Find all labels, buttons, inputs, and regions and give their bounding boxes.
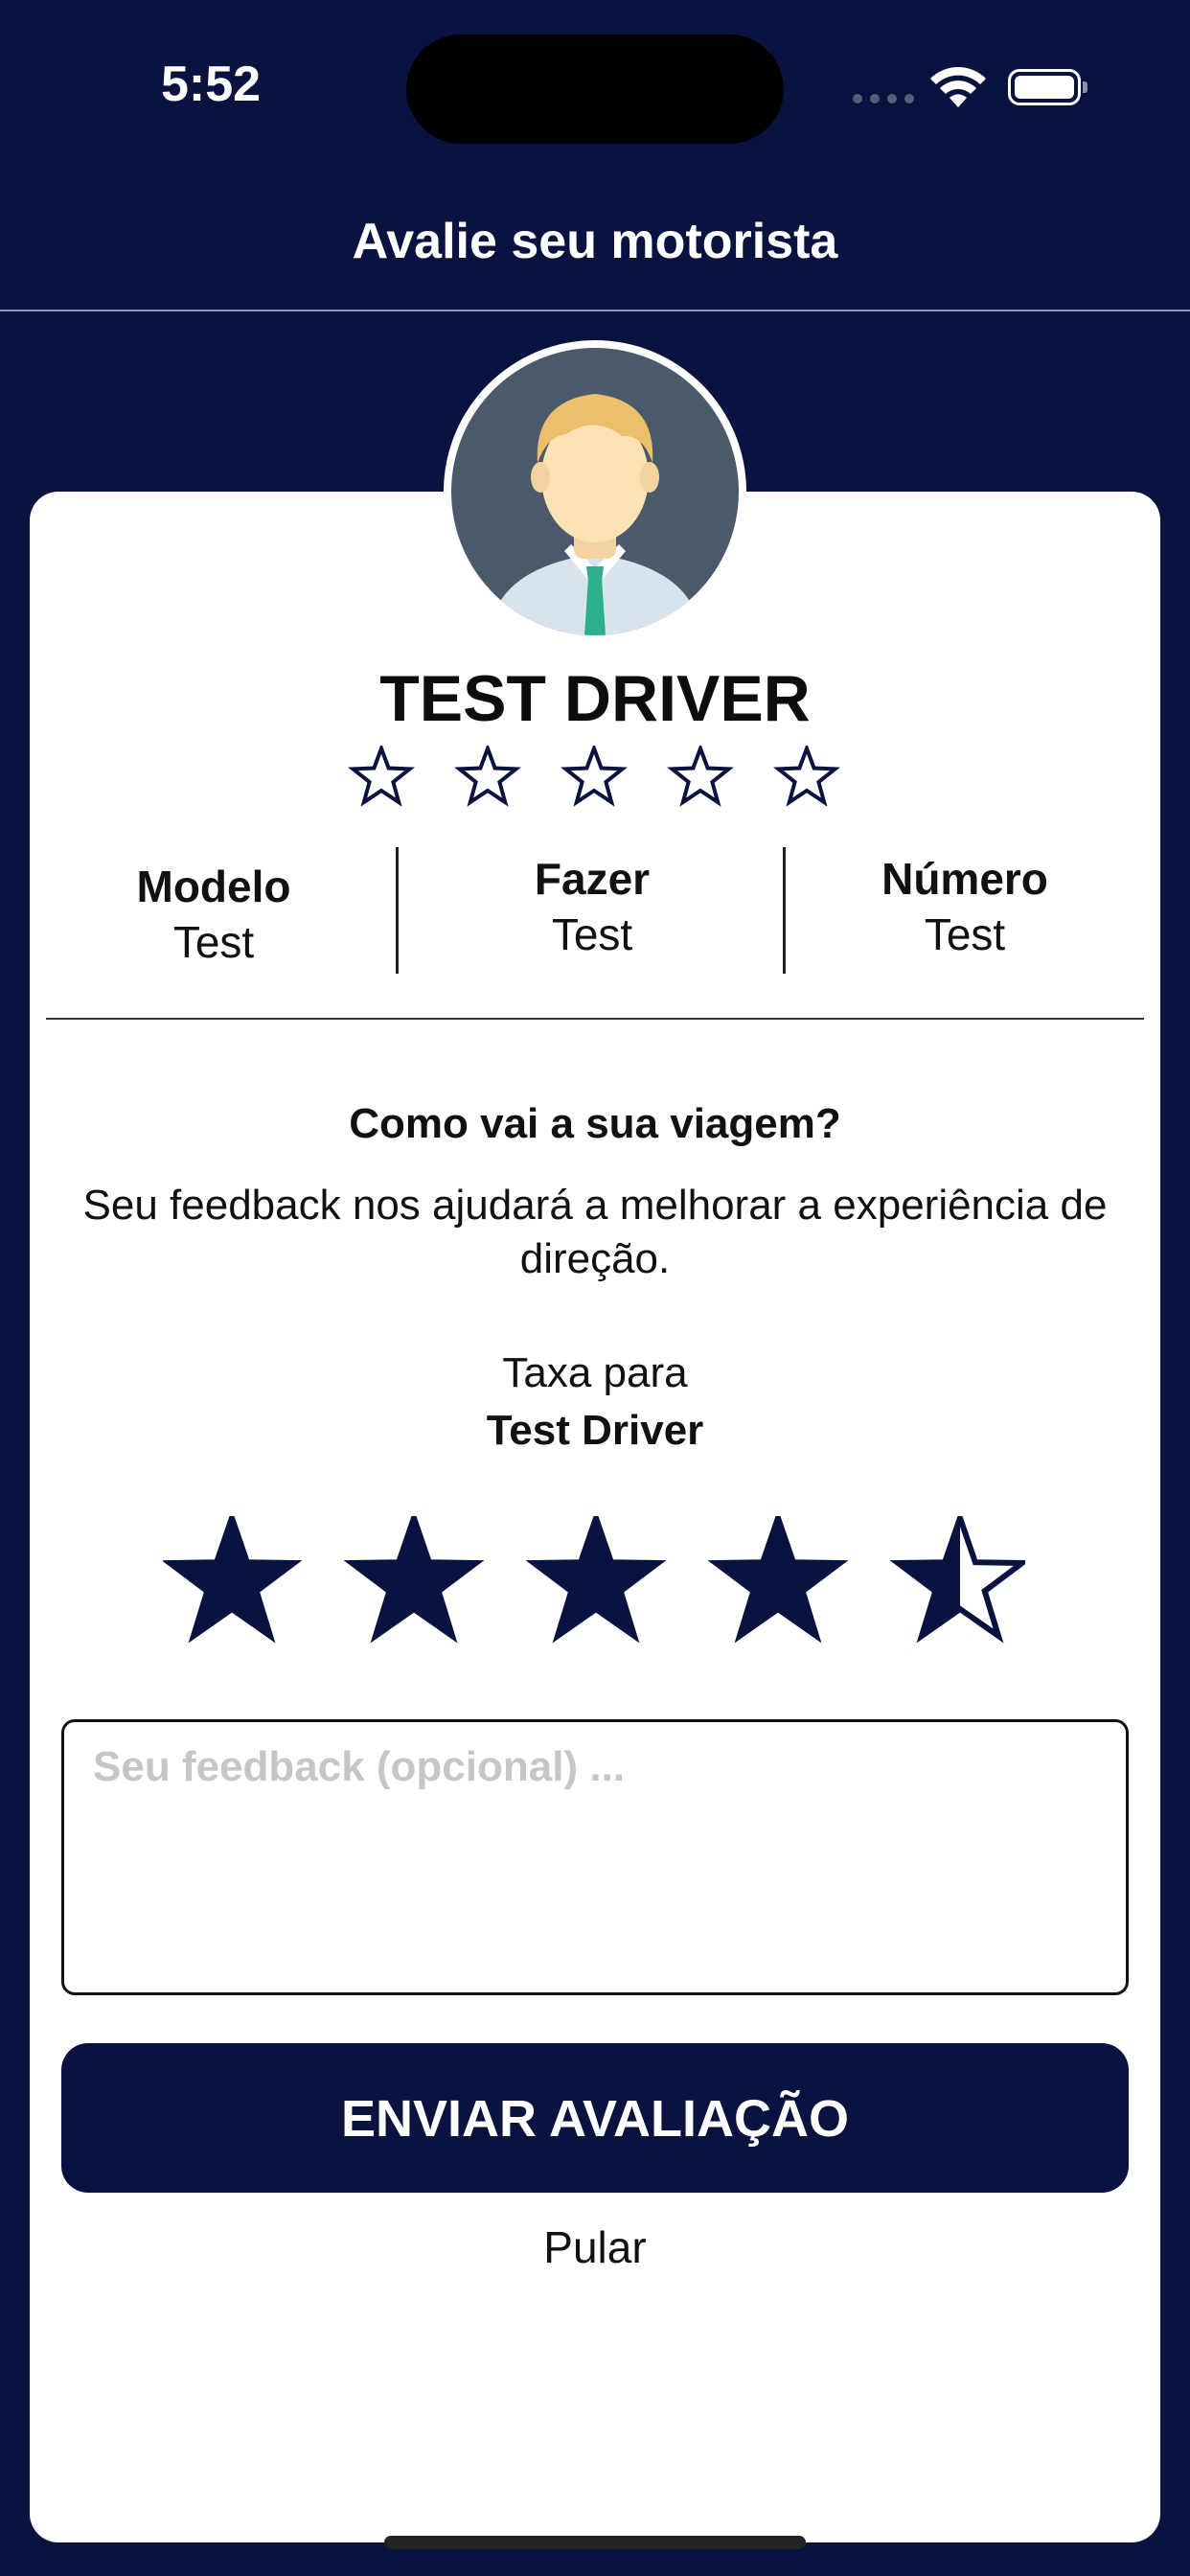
number-label: Número <box>881 854 1048 904</box>
star-half-icon[interactable] <box>889 1516 1025 1644</box>
feedback-description: Seu feedback nos ajudará a melhorar a ex… <box>82 1182 1108 1282</box>
skip-button[interactable]: Pular <box>0 2221 1190 2273</box>
rating-stars-input[interactable] <box>163 1516 1025 1646</box>
battery-icon <box>1008 69 1087 105</box>
feedback-input[interactable] <box>61 1719 1129 1995</box>
star-outline-icon <box>454 746 521 807</box>
home-indicator <box>384 2536 806 2549</box>
star-filled-icon[interactable] <box>525 1516 667 1644</box>
star-filled-icon[interactable] <box>163 1516 303 1644</box>
vehicle-make: Fazer Test <box>400 853 784 960</box>
model-label: Modelo <box>136 862 291 911</box>
page-title: Avalie seu motorista <box>352 214 838 269</box>
star-outline-icon <box>667 746 734 807</box>
status-time: 5:52 <box>161 57 262 112</box>
driver-name: TEST DRIVER <box>379 662 811 735</box>
model-value: Test <box>172 917 255 967</box>
star-outline-icon <box>348 746 415 807</box>
star-filled-icon[interactable] <box>343 1516 485 1644</box>
make-label: Fazer <box>534 854 651 904</box>
driver-rating-stars <box>348 746 840 807</box>
make-value: Test <box>551 909 633 959</box>
vehicle-number: Número Test <box>786 853 1144 960</box>
vehicle-info: Modelo Test Fazer Test Número Test <box>46 843 1144 978</box>
number-value: Test <box>924 909 1006 959</box>
feedback-question: Como vai a sua viagem? <box>349 1100 841 1147</box>
rate-driver-name: Test Driver <box>486 1407 704 1454</box>
driver-avatar <box>444 340 746 643</box>
star-filled-icon[interactable] <box>707 1516 849 1644</box>
wifi-icon <box>930 66 986 107</box>
header-divider <box>0 310 1190 311</box>
submit-rating-button[interactable]: ENVIAR AVALIAÇÃO <box>61 2043 1129 2193</box>
star-outline-icon <box>561 746 628 807</box>
cellular-signal-icon <box>853 94 914 104</box>
section-divider <box>46 1018 1144 1020</box>
rate-for-label: Taxa para <box>502 1349 688 1396</box>
star-outline-icon <box>773 746 840 807</box>
vehicle-model: Modelo Test <box>46 861 381 968</box>
dynamic-island <box>406 34 784 144</box>
info-divider <box>396 847 399 974</box>
status-bar: 5:52 <box>0 0 1190 172</box>
person-avatar-icon <box>451 348 739 635</box>
